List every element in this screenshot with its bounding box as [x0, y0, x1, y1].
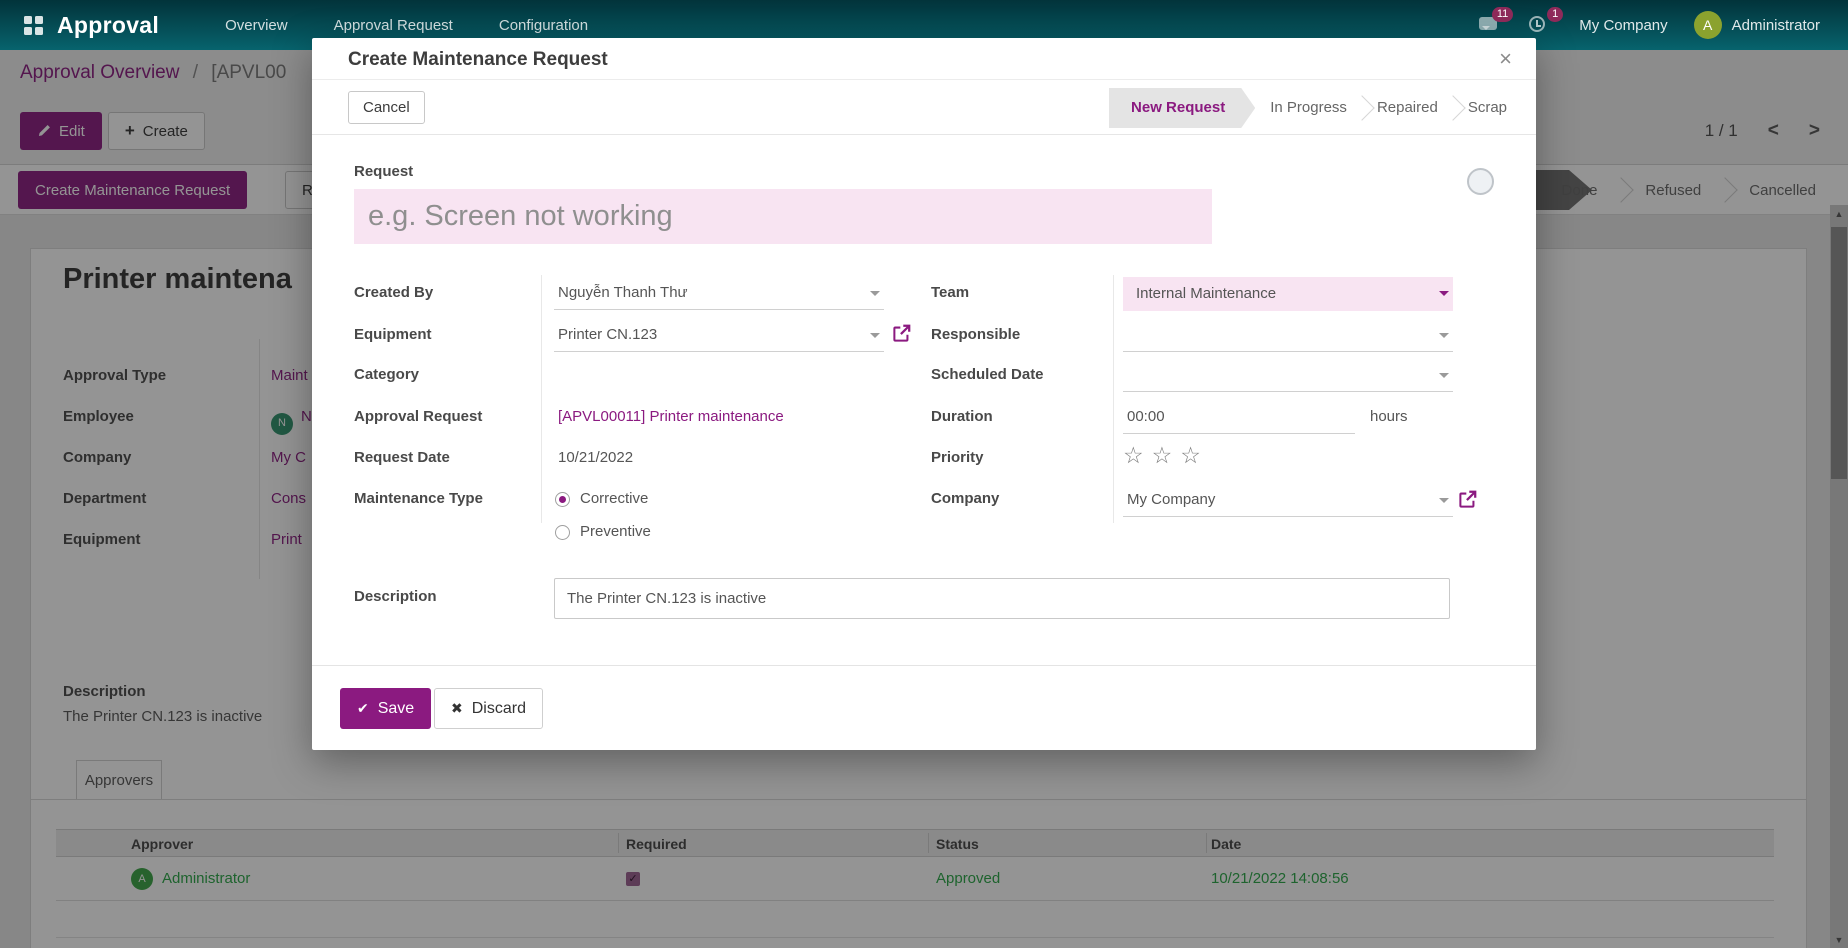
- priority-stars[interactable]: ☆☆☆: [1123, 442, 1209, 469]
- activities-badge: 1: [1547, 7, 1563, 22]
- external-link-icon[interactable]: [892, 324, 911, 343]
- clock-icon: [1529, 16, 1545, 32]
- category-label: Category: [354, 357, 419, 393]
- modal-header: Create Maintenance Request ×: [312, 38, 1536, 80]
- chevron-down-icon[interactable]: [870, 291, 880, 301]
- modal-footer: ✔ Save ✖ Discard: [312, 665, 1536, 750]
- star-icon: ☆: [1180, 442, 1209, 468]
- user-avatar: A: [1694, 11, 1722, 39]
- chevron-down-icon[interactable]: [1439, 291, 1449, 301]
- star-icon: ☆: [1152, 442, 1181, 468]
- user-menu[interactable]: A Administrator: [1694, 11, 1820, 39]
- priority-label: Priority: [931, 440, 984, 476]
- responsible-label: Responsible: [931, 317, 1020, 353]
- chevron-down-icon[interactable]: [1439, 498, 1449, 508]
- x-icon: ✖: [451, 700, 463, 717]
- screen: Approval Overview Approval Request Confi…: [0, 0, 1848, 948]
- check-icon: ✔: [357, 700, 369, 717]
- created-by-label: Created By: [354, 275, 433, 311]
- form-row: Category Scheduled Date: [312, 357, 1536, 397]
- kanban-state-circle[interactable]: [1467, 168, 1494, 195]
- request-label: Request: [354, 163, 413, 180]
- form-row: Approval Request [APVL00011] Printer mai…: [312, 399, 1536, 439]
- form-row: Created By Nguyễn Thanh Thư Team Interna…: [312, 275, 1536, 315]
- nav-item-overview[interactable]: Overview: [225, 17, 288, 34]
- messages-badge: 11: [1492, 7, 1513, 22]
- company-switcher[interactable]: My Company: [1579, 17, 1667, 34]
- approval-request-label: Approval Request: [354, 399, 482, 435]
- radio-preventive[interactable]: Preventive: [555, 517, 651, 547]
- scheduled-date-field[interactable]: [1123, 359, 1453, 392]
- form-row: Maintenance Type Corrective Preventive C…: [312, 481, 1536, 553]
- modal-subheader: Cancel New Request In Progress Repaired …: [312, 80, 1536, 135]
- form-row: Request Date 10/21/2022 Priority ☆☆☆: [312, 440, 1536, 480]
- duration-label: Duration: [931, 399, 993, 435]
- user-name: Administrator: [1732, 17, 1820, 34]
- cancel-button[interactable]: Cancel: [348, 91, 425, 124]
- duration-unit: hours: [1370, 399, 1408, 435]
- external-link-icon[interactable]: [1458, 490, 1477, 509]
- team-label: Team: [931, 275, 969, 311]
- chevron-down-icon[interactable]: [870, 333, 880, 343]
- nav-menu: Overview Approval Request Configuration: [225, 17, 588, 34]
- radio-icon[interactable]: [555, 525, 570, 540]
- form-row: Equipment Printer CN.123 Responsible: [312, 317, 1536, 357]
- save-button[interactable]: ✔ Save: [340, 688, 431, 729]
- create-maintenance-request-modal: Create Maintenance Request × Cancel New …: [312, 38, 1536, 750]
- equipment-label: Equipment: [354, 317, 432, 353]
- modal-description-input[interactable]: [554, 578, 1450, 619]
- request-date-label: Request Date: [354, 440, 450, 476]
- step-new-request[interactable]: New Request: [1109, 88, 1255, 128]
- step-in-progress[interactable]: In Progress: [1255, 88, 1362, 128]
- discard-button[interactable]: ✖ Discard: [434, 688, 543, 729]
- modal-title: Create Maintenance Request: [348, 38, 608, 82]
- responsible-field[interactable]: [1123, 319, 1453, 352]
- company-label: Company: [931, 481, 999, 517]
- maintenance-type-label: Maintenance Type: [354, 481, 483, 517]
- close-icon[interactable]: ×: [1499, 46, 1512, 72]
- radio-corrective[interactable]: Corrective: [555, 484, 648, 514]
- scheduled-date-label: Scheduled Date: [931, 357, 1044, 393]
- modal-statusbar: New Request In Progress Repaired Scrap: [1109, 88, 1522, 128]
- radio-icon[interactable]: [555, 492, 570, 507]
- messages-icon[interactable]: 11: [1479, 14, 1503, 36]
- modal-description-label: Description: [354, 588, 437, 605]
- created-by-field[interactable]: Nguyễn Thanh Thư: [554, 277, 884, 310]
- company-field[interactable]: My Company: [1123, 484, 1453, 517]
- apps-grid-icon[interactable]: [24, 16, 43, 35]
- app-name[interactable]: Approval: [57, 12, 159, 39]
- step-repaired[interactable]: Repaired: [1362, 88, 1453, 128]
- nav-item-configuration[interactable]: Configuration: [499, 17, 588, 34]
- approval-request-link[interactable]: [APVL00011] Printer maintenance: [558, 399, 784, 435]
- equipment-field[interactable]: Printer CN.123: [554, 319, 884, 352]
- chevron-down-icon[interactable]: [1439, 333, 1449, 343]
- nav-item-approval-request[interactable]: Approval Request: [334, 17, 453, 34]
- activities-icon[interactable]: 1: [1529, 14, 1553, 36]
- team-field[interactable]: Internal Maintenance: [1123, 277, 1453, 311]
- chevron-down-icon[interactable]: [1439, 373, 1449, 383]
- request-input[interactable]: [354, 189, 1212, 244]
- star-icon: ☆: [1123, 442, 1152, 468]
- request-date-value: 10/21/2022: [558, 440, 633, 476]
- duration-field[interactable]: 00:00: [1123, 401, 1355, 434]
